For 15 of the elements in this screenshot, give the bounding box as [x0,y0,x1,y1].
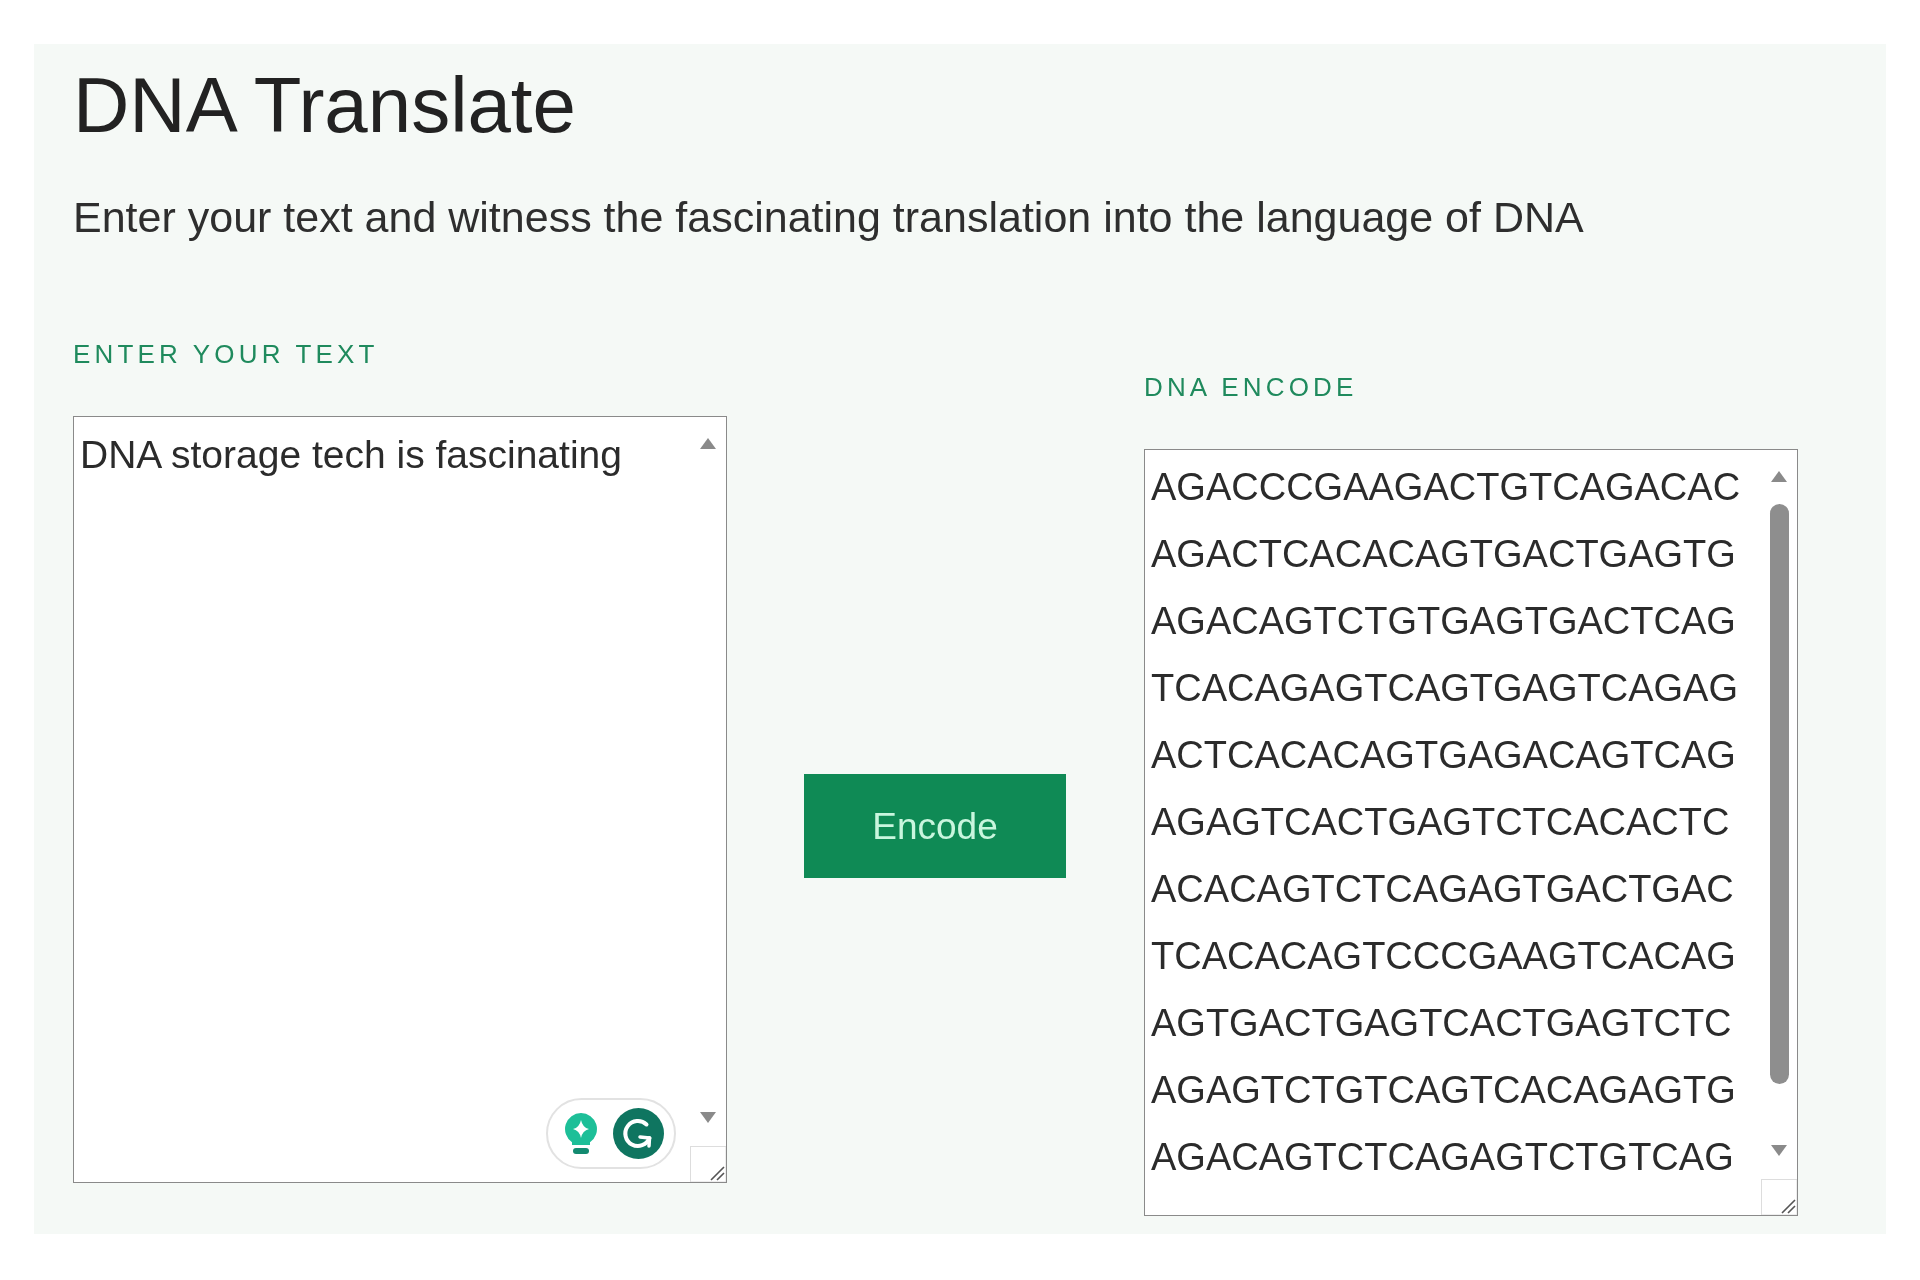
scrollbar-thumb[interactable] [1769,504,1789,1084]
resize-handle-icon[interactable] [690,1146,726,1182]
scroll-up-arrow-icon[interactable] [700,438,716,449]
output-label: DNA ENCODE [1144,374,1358,400]
page-title: DNA Translate [73,66,576,144]
encode-button[interactable]: Encode [804,774,1066,878]
text-input-field[interactable]: DNA storage tech is fascinating [73,416,727,1183]
page-subtitle: Enter your text and witness the fascinating translation into the language of DNA [73,196,1584,239]
resize-handle-icon[interactable] [1761,1179,1797,1215]
dna-output-field[interactable]: AGACCCGAAGACTGTCAGACAC AGACTCACACAGTGACTGAGTG AGACAGTCTGTGAGTGACTCAG TCACAGAGTCAGTGAGTCAGAG ACTCACACAGTGAGACAGTCAG AGAGTCACTGAGTCTCACACTC ACACAGTCTCAGAGTGACTGAC TCACACAGTCCCGAAGTCACAG AGTGACTGAGTCACTGAGTCTC AGAGTCTGTCAGTCACAGAGTG AGACAGTCTCAGAGTCTGTCAG [1144,449,1798,1216]
scroll-up-arrow-icon[interactable] [1771,471,1787,482]
scroll-down-arrow-icon[interactable] [1771,1145,1787,1156]
scroll-down-arrow-icon[interactable] [700,1112,716,1123]
lightbulb-icon[interactable] [563,1112,599,1155]
input-label: ENTER YOUR TEXT [73,341,379,367]
